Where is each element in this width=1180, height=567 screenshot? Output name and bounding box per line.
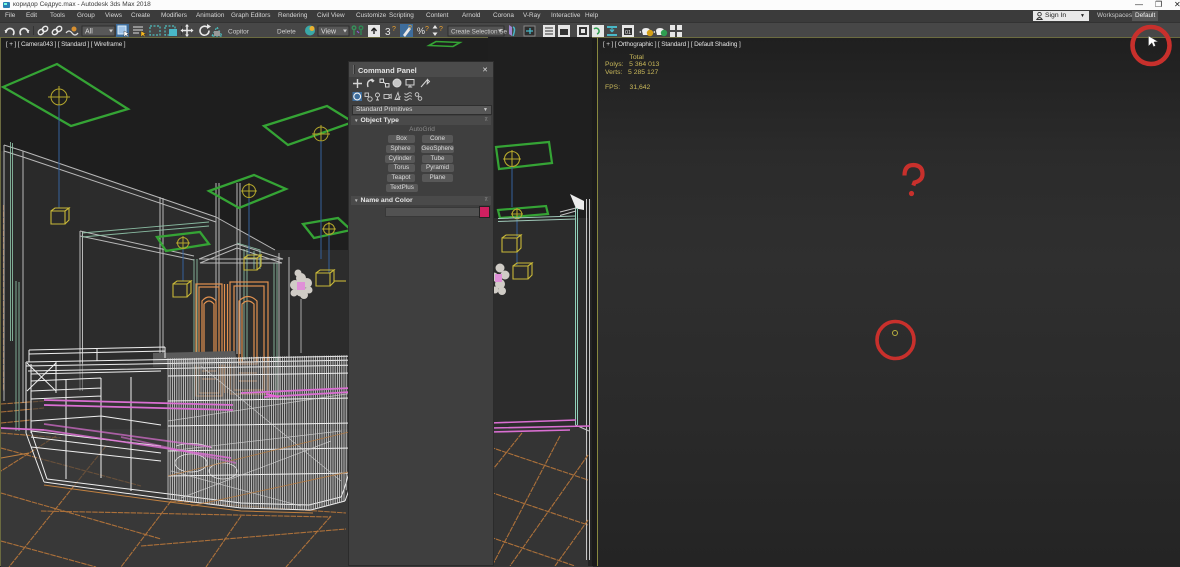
svg-text:01: 01 xyxy=(625,30,631,36)
svg-text:?: ? xyxy=(392,26,396,33)
svg-text:?: ? xyxy=(425,26,429,33)
svg-text:%: % xyxy=(417,26,425,36)
svg-text:All: All xyxy=(85,29,93,36)
svg-text:?: ? xyxy=(439,26,443,33)
svg-text:?: ? xyxy=(408,25,412,32)
svg-text:Copitor: Copitor xyxy=(228,29,250,36)
svg-text:Delete: Delete xyxy=(277,29,296,36)
svg-text:View: View xyxy=(321,29,337,36)
